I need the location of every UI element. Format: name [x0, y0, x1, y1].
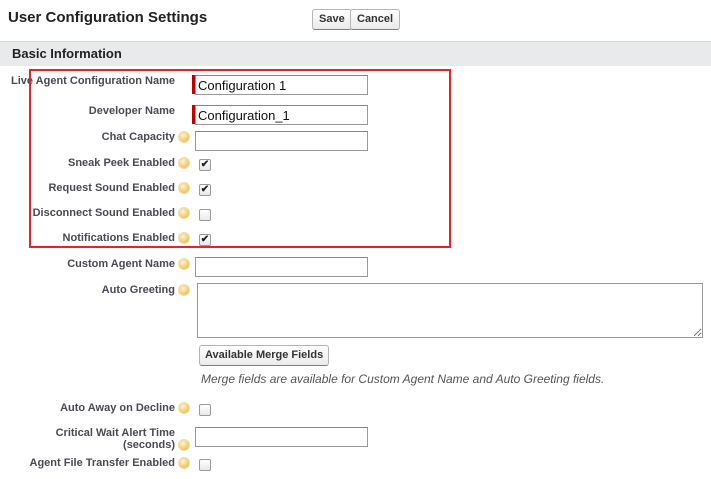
available-merge-fields-button[interactable]: Available Merge Fields	[199, 345, 330, 366]
help-icon[interactable]	[179, 458, 189, 468]
merge-fields-hint: Merge fields are available for Custom Ag…	[201, 372, 605, 386]
auto-greeting-textarea[interactable]	[197, 283, 703, 338]
agent-file-transfer-enabled-checkbox[interactable]	[199, 459, 211, 471]
help-icon[interactable]	[179, 285, 189, 295]
highlight-box	[29, 69, 451, 248]
page-title: User Configuration Settings	[8, 9, 208, 26]
cancel-button[interactable]: Cancel	[350, 9, 401, 30]
section-title: Basic Information	[12, 46, 122, 61]
save-button[interactable]: Save	[312, 9, 352, 30]
agent-file-transfer-enabled-label: Agent File Transfer Enabled	[29, 457, 175, 469]
help-icon[interactable]	[179, 259, 189, 269]
auto-away-on-decline-checkbox[interactable]	[199, 404, 211, 416]
help-icon[interactable]	[179, 403, 189, 413]
custom-agent-name-label: Custom Agent Name	[67, 258, 175, 270]
critical-wait-alert-time-input[interactable]	[195, 427, 368, 447]
help-icon[interactable]	[179, 440, 189, 450]
auto-away-on-decline-label: Auto Away on Decline	[60, 402, 175, 414]
critical-wait-alert-time-label: Critical Wait Alert Time (seconds)	[55, 427, 175, 451]
custom-agent-name-input[interactable]	[195, 257, 368, 277]
auto-greeting-label: Auto Greeting	[101, 284, 175, 296]
